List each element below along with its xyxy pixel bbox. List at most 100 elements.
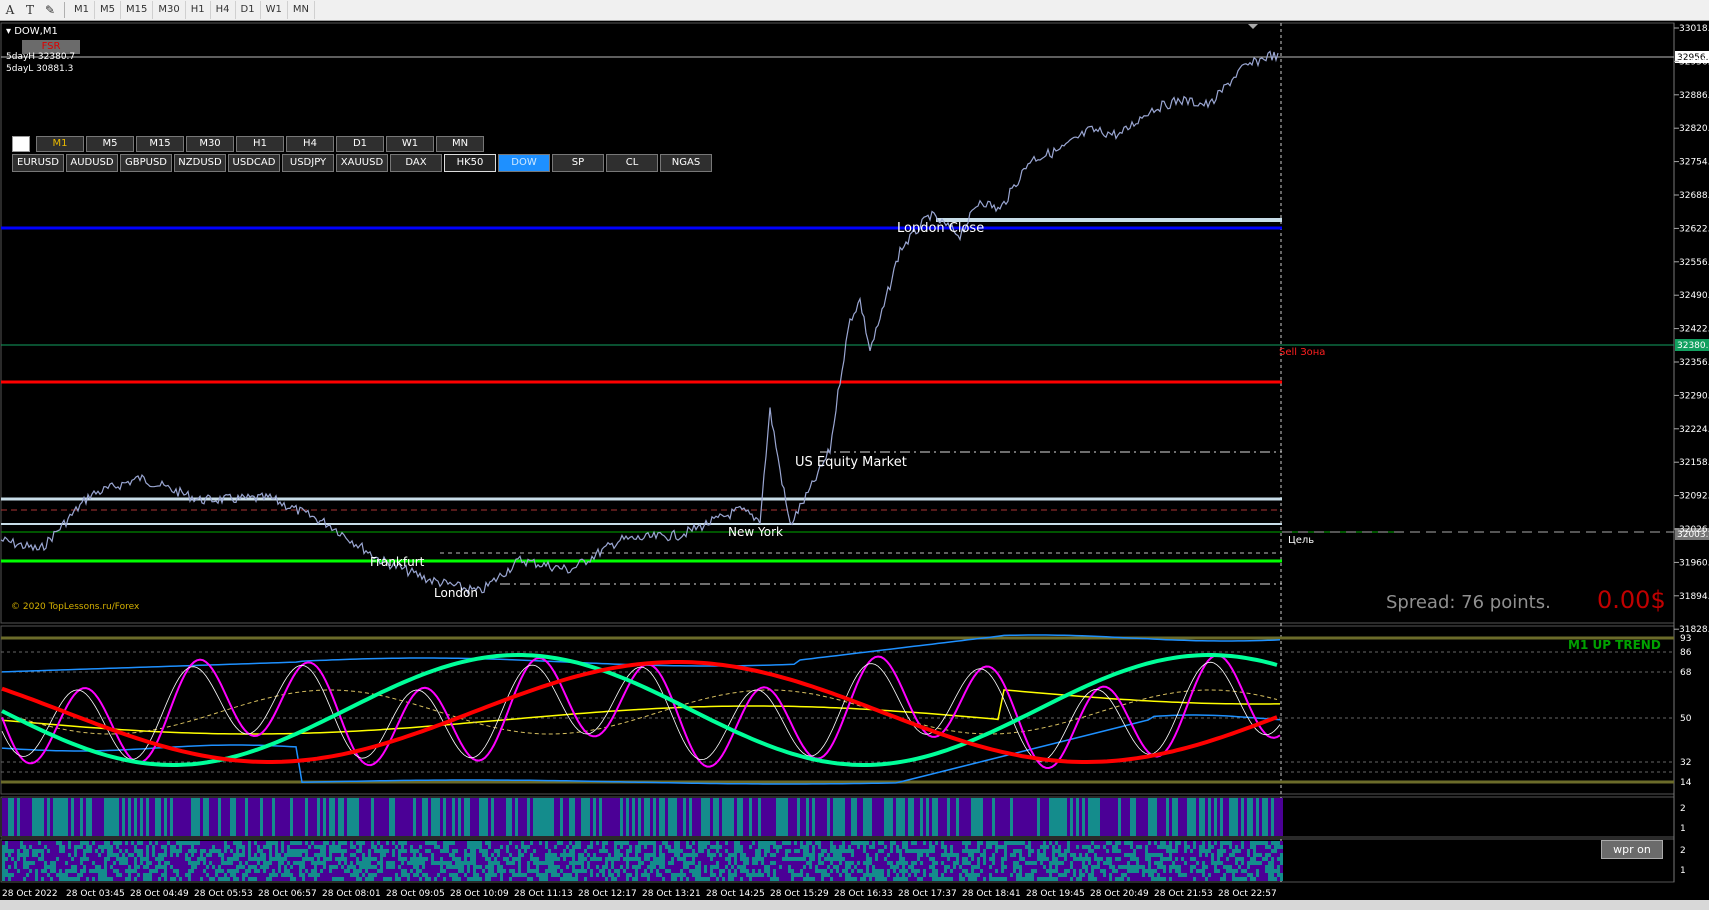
- symbol-button-hk50[interactable]: HK50: [444, 154, 496, 172]
- signal-bar: [1238, 845, 1241, 849]
- signal-bar: [293, 873, 296, 877]
- signal-bar: [17, 841, 20, 845]
- signal-bar: [1100, 841, 1103, 845]
- symbol-button-xauusd[interactable]: XAUUSD: [336, 154, 388, 172]
- tf-button-w1[interactable]: W1: [386, 136, 434, 152]
- signal-bar: [782, 877, 785, 881]
- signal-bar: [326, 857, 329, 861]
- chart-title[interactable]: ▾ DOW,M1: [6, 26, 58, 37]
- signal-bar: [548, 841, 551, 845]
- signal-bar: [647, 877, 650, 881]
- symbol-button-nzdusd[interactable]: NZDUSD: [174, 154, 226, 172]
- signal-bar: [557, 849, 560, 853]
- symbol-button-audusd[interactable]: AUDUSD: [66, 154, 118, 172]
- signal-bar: [1013, 861, 1016, 865]
- signal-bar: [110, 861, 113, 865]
- chevron-down-icon[interactable]: ▾: [6, 26, 14, 37]
- signal-bar: [959, 841, 962, 845]
- symbol-button-usdcad[interactable]: USDCAD: [228, 154, 280, 172]
- signal-bar: [1016, 849, 1019, 853]
- signal-bar: [518, 798, 521, 836]
- signal-bar: [452, 841, 455, 845]
- symbol-button-dow[interactable]: DOW: [498, 154, 550, 172]
- signal-bar: [302, 873, 305, 877]
- signal-bar: [851, 849, 854, 853]
- signal-bar: [155, 865, 158, 869]
- symbol-button-sp[interactable]: SP: [552, 154, 604, 172]
- signal-bar: [587, 849, 590, 853]
- signal-bar: [320, 865, 323, 869]
- tf-button-h4[interactable]: H4: [286, 136, 334, 152]
- symbol-button-gbpusd[interactable]: GBPUSD: [120, 154, 172, 172]
- signal-bar: [1154, 841, 1157, 845]
- signal-bar: [1067, 857, 1070, 861]
- signal-bar: [1136, 869, 1139, 873]
- chart-canvas[interactable]: London Close US Equity Market New York F…: [0, 0, 1709, 900]
- symbol-button-usdjpy[interactable]: USDJPY: [282, 154, 334, 172]
- signal-bar: [314, 841, 317, 845]
- signal-bar: [1145, 865, 1148, 869]
- signal-bar: [857, 865, 860, 869]
- signal-bar: [182, 798, 185, 836]
- tf-button-m5[interactable]: M5: [86, 136, 134, 152]
- tf-button-m30[interactable]: M30: [186, 136, 234, 152]
- signal-bar: [755, 873, 758, 877]
- signal-bar: [689, 869, 692, 873]
- signal-bar: [1163, 853, 1166, 857]
- signal-bar: [1124, 877, 1127, 881]
- signal-bar: [473, 857, 476, 861]
- signal-bar: [503, 873, 506, 877]
- signal-bar: [1208, 869, 1211, 873]
- signal-bar: [1019, 877, 1022, 881]
- signal-bar: [1016, 845, 1019, 849]
- signal-bar: [1031, 869, 1034, 873]
- signal-bar: [1091, 861, 1094, 865]
- signal-bar: [554, 873, 557, 877]
- signal-bar: [665, 845, 668, 849]
- signal-bar: [1145, 798, 1148, 836]
- symbol-button-cl[interactable]: CL: [606, 154, 658, 172]
- signal-bar: [572, 849, 575, 853]
- signal-bar: [803, 841, 806, 845]
- tf-button-m1[interactable]: M1: [36, 136, 84, 152]
- symbol-button-eurusd[interactable]: EURUSD: [12, 154, 64, 172]
- signal-bar: [164, 877, 167, 881]
- signal-bar: [416, 849, 419, 853]
- panel-toggle-checkbox[interactable]: [12, 136, 30, 152]
- signal-bar: [23, 869, 26, 873]
- signal-bar: [1007, 873, 1010, 877]
- signal-bar: [545, 841, 548, 845]
- signal-bar: [797, 841, 800, 845]
- signal-bar: [41, 798, 44, 836]
- signal-bar: [638, 869, 641, 873]
- symbol-button-ngas[interactable]: NGAS: [660, 154, 712, 172]
- signal-bar: [404, 869, 407, 873]
- bottom-tab-strip[interactable]: [0, 900, 1709, 910]
- tf-button-m15[interactable]: M15: [136, 136, 184, 152]
- signal-bar: [506, 857, 509, 861]
- signal-bar: [887, 849, 890, 853]
- signal-bar: [1052, 853, 1055, 857]
- signal-bar: [266, 849, 269, 853]
- signal-bar: [194, 841, 197, 845]
- symbol-button-dax[interactable]: DAX: [390, 154, 442, 172]
- tf-button-d1[interactable]: D1: [336, 136, 384, 152]
- tf-button-h1[interactable]: H1: [236, 136, 284, 152]
- signal-bar: [8, 857, 11, 861]
- signal-bar: [116, 849, 119, 853]
- signal-bar: [317, 861, 320, 865]
- signal-bar: [53, 845, 56, 849]
- signal-bar: [1034, 841, 1037, 845]
- signal-bar: [1145, 857, 1148, 861]
- signal-bar: [593, 869, 596, 873]
- tf-button-mn[interactable]: MN: [436, 136, 484, 152]
- wpr-toggle-button[interactable]: wpr on: [1601, 840, 1663, 859]
- signal-bar: [638, 873, 641, 877]
- signal-bar: [23, 865, 26, 869]
- signal-bar: [437, 873, 440, 877]
- signal-bar: [443, 841, 446, 845]
- signal-bar: [752, 845, 755, 849]
- signal-bar: [71, 841, 74, 845]
- signal-bar: [1127, 877, 1130, 881]
- signal-bar: [437, 861, 440, 865]
